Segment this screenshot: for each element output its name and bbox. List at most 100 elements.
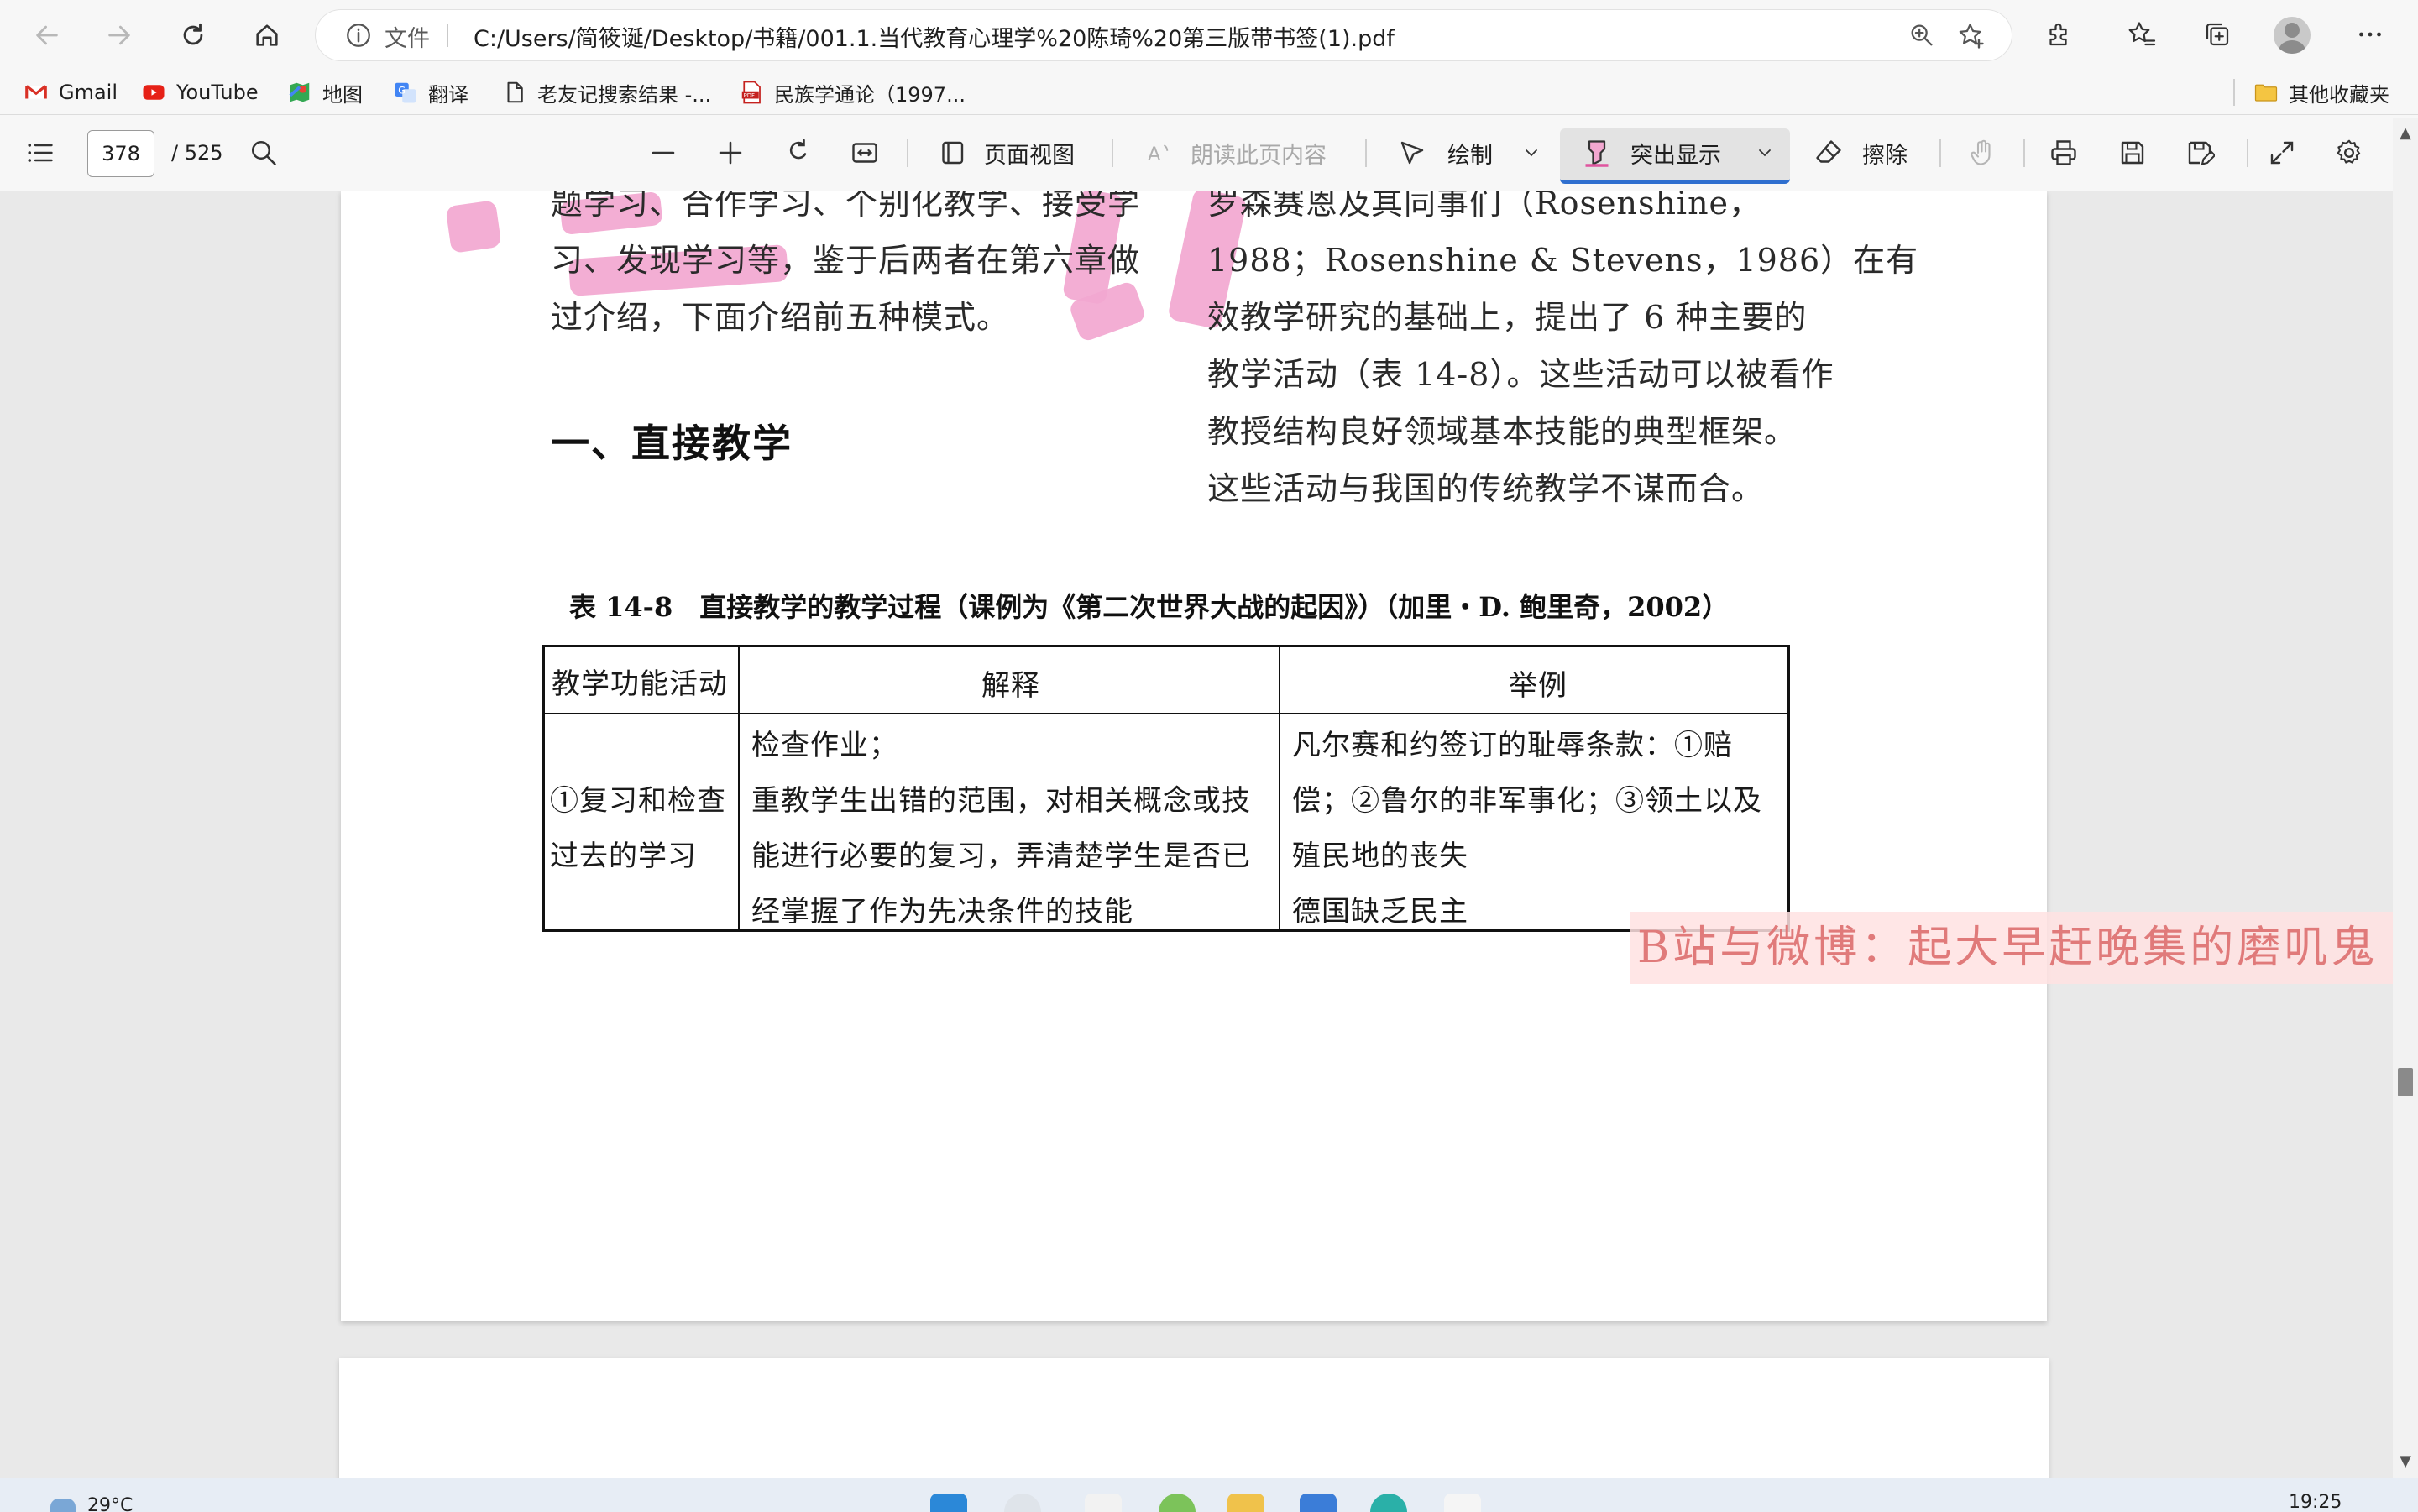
bookmark-youtube[interactable]: YouTube bbox=[141, 76, 259, 109]
fit-width-button[interactable] bbox=[850, 115, 880, 191]
file-explorer-icon[interactable] bbox=[1227, 1494, 1264, 1512]
contents-button[interactable] bbox=[25, 115, 55, 191]
read-aloud-label: 朗读此页内容 bbox=[1191, 142, 1327, 169]
scroll-up-icon[interactable]: ▲ bbox=[2396, 124, 2415, 143]
taskbar: 29°C 19:25 bbox=[0, 1478, 2418, 1512]
refresh-icon bbox=[183, 23, 203, 45]
bookmark-label: 老友记搜索结果 -... bbox=[537, 82, 712, 107]
table-divider bbox=[545, 713, 1787, 714]
touch-write-button[interactable] bbox=[1968, 115, 1998, 191]
draw-button[interactable]: 绘制 bbox=[1397, 115, 1493, 191]
weather-icon bbox=[50, 1499, 76, 1512]
highlight-label: 突出显示 bbox=[1630, 142, 1721, 169]
bookmark-friends-search[interactable]: 老友记搜索结果 -... bbox=[502, 76, 711, 109]
forward-button[interactable] bbox=[96, 12, 143, 59]
info-icon[interactable] bbox=[344, 21, 373, 50]
bookmark-maps[interactable]: 地图 bbox=[287, 76, 363, 109]
page-view-icon bbox=[942, 141, 964, 165]
search-icon bbox=[251, 140, 276, 165]
find-button[interactable] bbox=[249, 115, 279, 191]
favorites-star-icon bbox=[2128, 22, 2156, 46]
bookmark-ethnology[interactable]: PDF 民族学通论（1997... bbox=[739, 76, 966, 109]
chevron-down-icon bbox=[1759, 149, 1771, 157]
zoom-in-button[interactable] bbox=[715, 115, 746, 191]
address-bar[interactable]: 文件 C:/Users/简筱诞/Desktop/书籍/001.1.当代教育心理学… bbox=[316, 10, 2012, 60]
rotate-button[interactable] bbox=[782, 115, 813, 191]
save-button[interactable] bbox=[2117, 115, 2148, 191]
refresh-button[interactable] bbox=[170, 12, 217, 59]
pdf-page: 题学习、合作学习、个别化教学、接受学 习、发现学习等，鉴于后两者在第六章做 过介… bbox=[341, 191, 2047, 1321]
table-cell-example: 凡尔赛和约签订的耻辱条款：①赔 偿；②鲁尔的非军事化；③领土以及 殖民地的丧失 … bbox=[1292, 718, 1762, 939]
svg-text:A: A bbox=[1148, 144, 1161, 165]
bookmark-translate[interactable]: G 翻译 bbox=[393, 76, 468, 109]
fullscreen-button[interactable] bbox=[2267, 115, 2297, 191]
text-line: 习、发现学习等，鉴于后两者在第六章做 bbox=[551, 242, 1141, 279]
start-icon[interactable] bbox=[930, 1494, 967, 1512]
bookmarks-separator bbox=[2233, 79, 2235, 106]
collections-button[interactable] bbox=[2198, 15, 2237, 54]
erase-label: 擦除 bbox=[1862, 142, 1908, 169]
printer-icon bbox=[2051, 140, 2076, 165]
home-button[interactable] bbox=[243, 12, 290, 59]
expand-icon bbox=[2270, 141, 2294, 165]
toolbar-separator bbox=[907, 139, 908, 167]
browser-address-row: 文件 C:/Users/简筱诞/Desktop/书籍/001.1.当代教育心理学… bbox=[0, 0, 2418, 71]
app-icon[interactable] bbox=[1159, 1494, 1196, 1512]
vertical-scrollbar[interactable]: ▲ ▼ bbox=[2393, 118, 2418, 1478]
scroll-down-icon[interactable]: ▼ bbox=[2396, 1452, 2415, 1471]
toolbar-separator bbox=[1112, 139, 1113, 167]
more-dots-icon bbox=[2359, 32, 2381, 37]
add-favorite-icon[interactable] bbox=[1956, 21, 1986, 51]
draw-label: 绘制 bbox=[1447, 142, 1493, 169]
page-view-button[interactable]: 页面视图 bbox=[937, 115, 1075, 191]
task-view-icon[interactable] bbox=[1085, 1494, 1122, 1512]
page-number-input[interactable]: 378 bbox=[87, 130, 154, 177]
back-button[interactable] bbox=[24, 12, 71, 59]
erase-button[interactable]: 擦除 bbox=[1814, 115, 1908, 191]
table-header: 举例 bbox=[1509, 669, 1568, 703]
text-line: 这些活动与我国的传统教学不谋而合。 bbox=[1207, 470, 1765, 507]
highlight-button[interactable]: 突出显示 bbox=[1582, 115, 1721, 191]
extensions-button[interactable] bbox=[2040, 15, 2079, 54]
print-button[interactable] bbox=[2049, 115, 2079, 191]
pdf-page-next bbox=[339, 1358, 2049, 1478]
table-header: 教学功能活动 bbox=[552, 667, 728, 701]
edge-icon[interactable] bbox=[1370, 1494, 1407, 1512]
cell-line: 殖民地的丧失 bbox=[1292, 840, 1468, 873]
other-favorites-folder[interactable]: 其他收藏夹 bbox=[2253, 76, 2389, 109]
weather-temperature[interactable]: 29°C bbox=[87, 1495, 133, 1512]
highlight-options-button[interactable] bbox=[1755, 115, 1775, 191]
folder-icon bbox=[2253, 80, 2279, 105]
svg-text:PDF: PDF bbox=[744, 92, 755, 99]
zoom-out-button[interactable] bbox=[648, 115, 678, 191]
clock-time[interactable]: 19:25 bbox=[2289, 1492, 2342, 1512]
search-icon[interactable] bbox=[1004, 1494, 1041, 1512]
bookmarks-bar: Gmail YouTube 地图 G 翻译 老友记搜索结果 -... PDF 民… bbox=[0, 71, 2418, 115]
bookmark-gmail[interactable]: Gmail bbox=[24, 76, 118, 109]
pdf-viewport[interactable]: 题学习、合作学习、个别化教学、接受学 习、发现学习等，鉴于后两者在第六章做 过介… bbox=[0, 191, 2393, 1478]
video-watermark: B站与微博：起大早赶晚集的磨叽鬼 bbox=[1630, 912, 2393, 984]
text-line: 题学习、合作学习、个别化教学、接受学 bbox=[551, 191, 1141, 222]
section-heading: 一、直接教学 bbox=[551, 421, 793, 466]
save-as-button[interactable] bbox=[2185, 115, 2215, 191]
app-icon[interactable] bbox=[1444, 1494, 1481, 1512]
save-as-icon bbox=[2188, 141, 2215, 165]
page-view-label: 页面视图 bbox=[984, 142, 1075, 169]
cell-line: 经掌握了作为先决条件的技能 bbox=[751, 895, 1133, 929]
scrollbar-thumb[interactable] bbox=[2398, 1068, 2413, 1096]
table-header: 解释 bbox=[981, 669, 1040, 703]
cell-line: 过去的学习 bbox=[550, 840, 697, 873]
favorites-button[interactable] bbox=[2122, 15, 2161, 54]
more-menu-button[interactable] bbox=[2351, 15, 2389, 54]
list-icon bbox=[28, 144, 53, 162]
svg-text:G: G bbox=[398, 85, 406, 96]
store-icon[interactable] bbox=[1300, 1494, 1337, 1512]
hand-icon bbox=[1971, 139, 1991, 165]
left-column-text: 题学习、合作学习、个别化教学、接受学 习、发现学习等，鉴于后两者在第六章做 过介… bbox=[551, 191, 1140, 346]
url-text[interactable]: C:/Users/简筱诞/Desktop/书籍/001.1.当代教育心理学%20… bbox=[474, 20, 1395, 53]
draw-options-button[interactable] bbox=[1521, 115, 1541, 191]
read-aloud-button[interactable]: A 朗读此页内容 bbox=[1145, 115, 1327, 191]
profile-avatar[interactable] bbox=[2274, 17, 2311, 54]
zoom-icon[interactable] bbox=[1908, 21, 1936, 50]
pdf-settings-button[interactable] bbox=[2334, 115, 2364, 191]
